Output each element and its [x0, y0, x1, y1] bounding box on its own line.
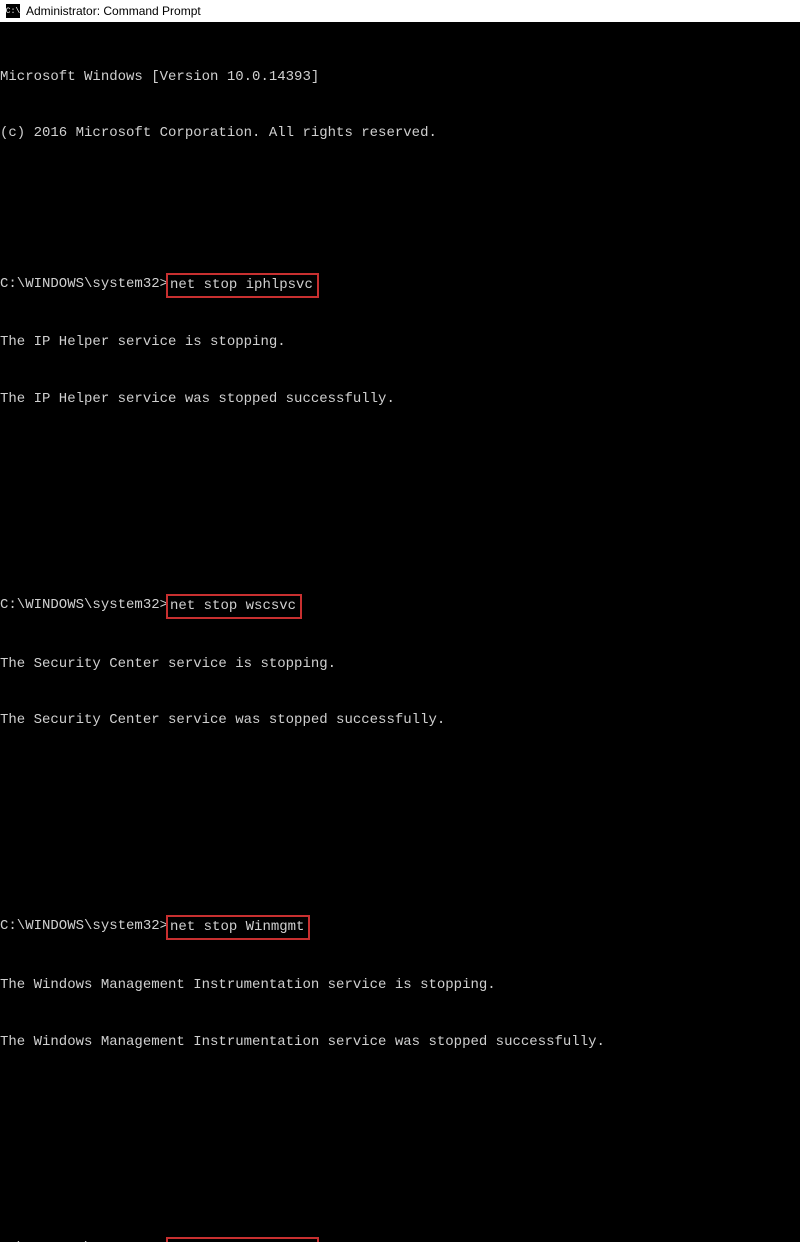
blank-line: [0, 1089, 800, 1107]
prompt-path: C:\WINDOWS\system32>: [0, 1239, 168, 1242]
prompt-line: C:\WINDOWS\system32> net stop Winmgmt: [0, 917, 800, 938]
blank-line: [0, 768, 800, 786]
prompt-path: C:\WINDOWS\system32>: [0, 917, 168, 936]
output-line: The Security Center service was stopped …: [0, 711, 800, 730]
output-line: The IP Helper service is stopping.: [0, 333, 800, 352]
command-text: net stop Winmgmt: [168, 917, 308, 938]
output-line: The Windows Management Instrumentation s…: [0, 1033, 800, 1052]
prompt-path: C:\WINDOWS\system32>: [0, 596, 168, 615]
blank-line: [0, 447, 800, 465]
prompt-path: C:\WINDOWS\system32>: [0, 275, 168, 294]
output-line: The Security Center service is stopping.: [0, 655, 800, 674]
terminal-output[interactable]: Microsoft Windows [Version 10.0.14393] (…: [0, 22, 800, 1242]
cmd-icon: C:\: [6, 4, 20, 18]
output-line: The IP Helper service was stopped succes…: [0, 390, 800, 409]
blank-line: [0, 824, 800, 842]
copyright-line: (c) 2016 Microsoft Corporation. All righ…: [0, 124, 800, 143]
command-text: net start Winmgmt: [168, 1239, 317, 1242]
blank-line: [0, 1145, 800, 1163]
prompt-line: C:\WINDOWS\system32> net stop wscsvc: [0, 596, 800, 617]
output-line: The Windows Management Instrumentation s…: [0, 976, 800, 995]
command-text: net stop wscsvc: [168, 596, 300, 617]
version-line: Microsoft Windows [Version 10.0.14393]: [0, 68, 800, 87]
prompt-line: C:\WINDOWS\system32> net start Winmgmt: [0, 1239, 800, 1242]
window-title: Administrator: Command Prompt: [26, 4, 201, 18]
blank-line: [0, 502, 800, 520]
command-text: net stop iphlpsvc: [168, 275, 317, 296]
window-titlebar: C:\ Administrator: Command Prompt: [0, 0, 800, 22]
blank-line: [0, 181, 800, 199]
prompt-line: C:\WINDOWS\system32> net stop iphlpsvc: [0, 275, 800, 296]
